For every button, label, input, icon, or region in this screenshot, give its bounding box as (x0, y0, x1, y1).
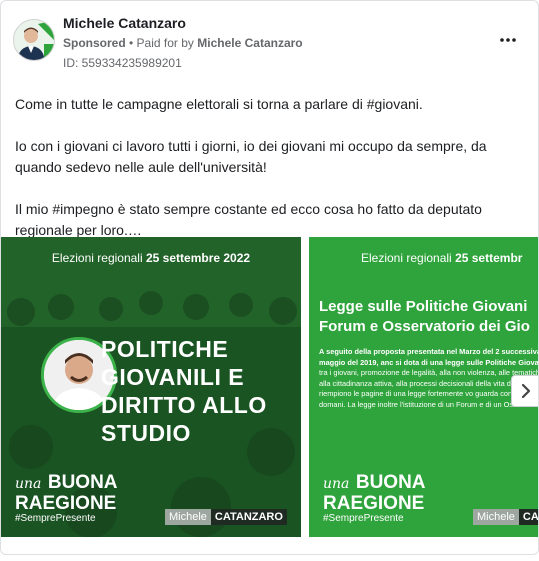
brand-una: una (15, 476, 42, 492)
post-body: Come in tutte le campagne elettorali si … (15, 94, 525, 241)
signature-first-name: Michele (473, 509, 519, 525)
signature-last-name: CA (518, 509, 538, 525)
signature-last-name: CATANZARO (210, 509, 287, 525)
election-date-label: Elezioni regionali 25 settembr (361, 251, 538, 265)
election-date-label: Elezioni regionali 25 settembre 2022 (1, 251, 301, 265)
hashtag-label: #SemprePresente (323, 513, 404, 524)
paid-for-label: • Paid for by (129, 36, 194, 50)
brand-buona: BUONA (47, 472, 118, 493)
brand-una: una (323, 476, 350, 492)
author-name[interactable]: Michele Catanzaro (63, 15, 186, 31)
slide-title-line: Forum e Osservatorio dei Gio (319, 318, 530, 335)
paragraph-bold: A seguito della proposta presentata nel … (319, 347, 539, 367)
election-date: 25 settembr (455, 251, 523, 265)
brand-logo: una BUONA RAEGIONE (15, 472, 118, 514)
brand-buona: BUONA (355, 472, 426, 493)
slide-title: POLITICHE GIOVANILI E DIRITTO ALLO STUDI… (101, 336, 267, 446)
candidate-signature: Michele CA (473, 509, 538, 525)
carousel-slide-2[interactable]: Elezioni regionali 25 settembr Legge sul… (309, 237, 539, 537)
election-date: 25 settembre 2022 (146, 251, 251, 265)
slide-title: Legge sulle Politiche Giovani Forum e Os… (319, 297, 538, 337)
image-carousel: Elezioni regionali 25 settembre 2022 POL… (1, 237, 539, 537)
carousel-slide-1[interactable]: Elezioni regionali 25 settembre 2022 POL… (1, 237, 301, 537)
body-paragraph: Io con i giovani ci lavoro tutti i giorn… (15, 138, 487, 175)
slide-title-line: Legge sulle Politiche Giovani (319, 298, 528, 315)
ad-card: Michele Catanzaro Sponsored • Paid for b… (0, 0, 539, 555)
signature-first-name: Michele (165, 509, 211, 525)
election-label: Elezioni regionali (51, 251, 143, 265)
body-paragraph: Come in tutte le campagne elettorali si … (15, 96, 423, 112)
payer-name: Michele Catanzaro (197, 36, 303, 50)
more-dots-icon (500, 38, 516, 42)
brand-regione: RAEGIONE (323, 493, 425, 514)
body-paragraph: Il mio #impegno è stato sempre costante … (15, 201, 482, 238)
brand-logo: una BUONA RAEGIONE (323, 472, 426, 514)
hashtag-label: #SemprePresente (15, 513, 96, 524)
chevron-right-icon (521, 383, 531, 399)
ad-id: ID: 559334235989201 (63, 56, 182, 70)
avatar[interactable] (13, 19, 55, 61)
sponsored-line: Sponsored • Paid for by Michele Catanzar… (63, 36, 303, 50)
carousel-next-button[interactable] (511, 375, 538, 407)
slide-paragraph: A seguito della proposta presentata nel … (319, 347, 539, 410)
post-header: Michele Catanzaro Sponsored • Paid for b… (1, 1, 538, 81)
more-options-button[interactable] (497, 29, 519, 51)
election-label: Elezioni regionali (361, 251, 452, 265)
candidate-signature: Michele CATANZARO (165, 509, 287, 525)
brand-regione: RAEGIONE (15, 493, 117, 514)
sponsored-label: Sponsored (63, 36, 126, 50)
avatar-photo (14, 20, 54, 60)
